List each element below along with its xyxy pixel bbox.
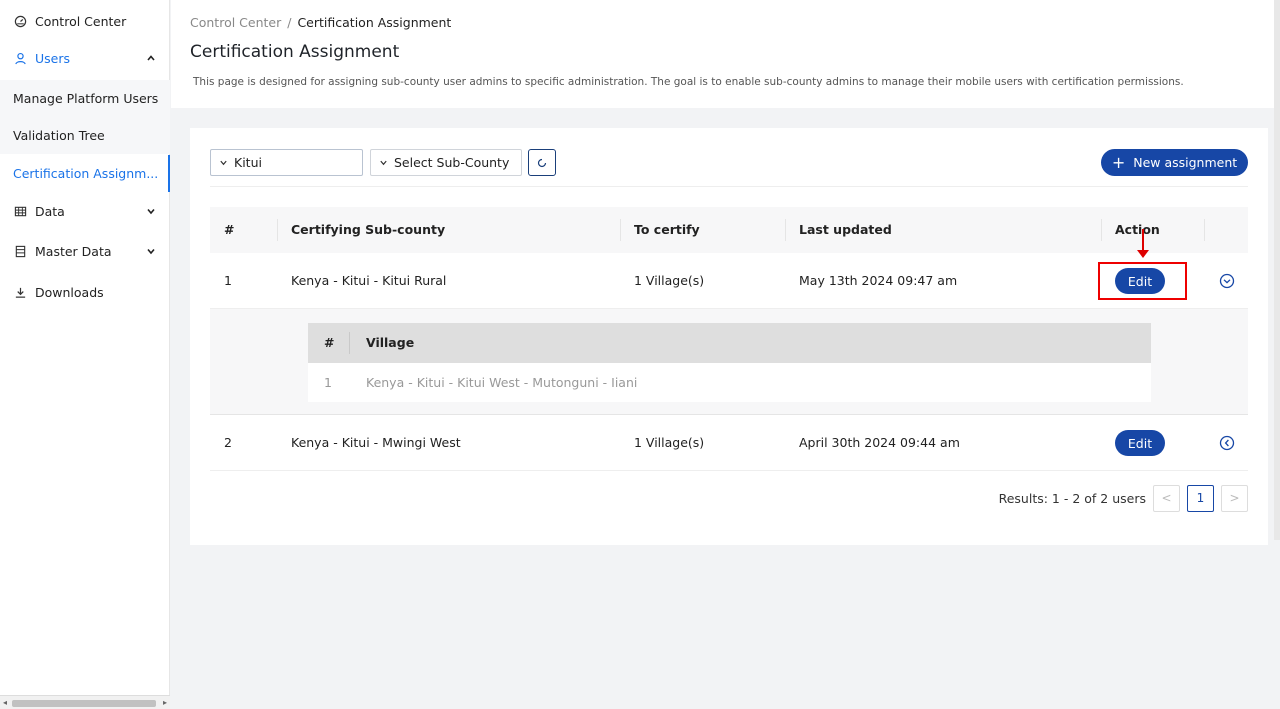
page-description: This page is designed for assigning sub-… bbox=[193, 76, 1184, 88]
county-select-value: Kitui bbox=[234, 155, 262, 170]
annotation-arrow-head bbox=[1137, 250, 1149, 258]
chevron-down-circle-icon[interactable] bbox=[1219, 273, 1235, 289]
annotation-highlight-box bbox=[1098, 262, 1187, 300]
column-separator bbox=[1204, 219, 1205, 241]
scroll-left-icon[interactable]: ◂ bbox=[3, 698, 7, 707]
sidebar-item-validation-tree[interactable]: Validation Tree bbox=[0, 117, 170, 154]
column-separator bbox=[785, 219, 786, 241]
village-row: 1 Kenya - Kitui - Kitui West - Mutonguni… bbox=[308, 363, 1151, 402]
page-vertical-scrollbar[interactable] bbox=[1274, 0, 1280, 540]
column-header-to-certify: To certify bbox=[634, 222, 700, 237]
column-separator bbox=[620, 219, 621, 241]
row-last-updated: April 30th 2024 09:44 am bbox=[799, 435, 960, 450]
refresh-icon bbox=[537, 158, 547, 167]
new-assignment-label: New assignment bbox=[1133, 155, 1238, 170]
pagination: Results: 1 - 2 of 2 users < 1 > bbox=[999, 484, 1248, 512]
sidebar-item-manage-platform-users[interactable]: Manage Platform Users bbox=[0, 80, 170, 117]
sidebar-item-certification-assignment[interactable]: Certification Assignm... bbox=[0, 155, 170, 192]
scroll-right-icon[interactable]: ▸ bbox=[163, 698, 167, 707]
refresh-button[interactable] bbox=[528, 149, 556, 176]
chevron-left-circle-icon[interactable] bbox=[1219, 435, 1235, 451]
row-to-certify: 1 Village(s) bbox=[634, 435, 705, 450]
chevron-down-icon bbox=[147, 208, 155, 215]
row-subcounty: Kenya - Kitui - Kitui Rural bbox=[291, 273, 447, 288]
sidebar-item-master-data[interactable]: Master Data bbox=[0, 233, 170, 269]
table-header: # Certifying Sub-county To certify Last … bbox=[210, 207, 1248, 253]
chevron-down-icon bbox=[147, 248, 155, 255]
expanded-row: # Village 1 Kenya - Kitui - Kitui West -… bbox=[210, 309, 1248, 415]
new-assignment-button[interactable]: + New assignment bbox=[1101, 149, 1248, 176]
chevron-up-icon bbox=[147, 55, 155, 61]
annotation-arrow bbox=[1142, 229, 1144, 252]
breadcrumb: Control Center / Certification Assignment bbox=[190, 15, 451, 30]
row-to-certify: 1 Village(s) bbox=[634, 273, 705, 288]
table-icon bbox=[13, 204, 27, 218]
page-title: Certification Assignment bbox=[190, 42, 400, 62]
county-select[interactable]: Kitui bbox=[210, 149, 363, 176]
subcounty-select[interactable]: Select Sub-County bbox=[370, 149, 522, 176]
village-table: # Village 1 Kenya - Kitui - Kitui West -… bbox=[308, 323, 1151, 402]
column-header-last-updated: Last updated bbox=[799, 222, 892, 237]
village-row-num: 1 bbox=[324, 375, 332, 390]
village-column-num: # bbox=[324, 335, 335, 350]
sidebar-item-users[interactable]: Users bbox=[0, 40, 170, 76]
scrollbar-thumb[interactable] bbox=[12, 700, 156, 707]
column-header-num: # bbox=[224, 222, 235, 237]
sidebar-item-label: Users bbox=[35, 50, 71, 66]
table-row: 2 Kenya - Kitui - Mwingi West 1 Village(… bbox=[210, 416, 1248, 471]
user-icon bbox=[13, 51, 27, 65]
chevron-down-icon bbox=[220, 160, 227, 166]
sidebar-item-downloads[interactable]: Downloads bbox=[0, 274, 170, 310]
village-table-header: # Village bbox=[308, 323, 1151, 363]
village-column-name: Village bbox=[366, 335, 415, 350]
chevron-down-icon bbox=[380, 160, 387, 166]
table-row: 1 Kenya - Kitui - Kitui Rural 1 Village(… bbox=[210, 254, 1248, 309]
column-separator bbox=[277, 219, 278, 241]
column-separator bbox=[1101, 219, 1102, 241]
sidebar-item-label: Control Center bbox=[35, 13, 127, 29]
row-last-updated: May 13th 2024 09:47 am bbox=[799, 273, 958, 288]
row-num: 1 bbox=[224, 273, 232, 288]
assignment-card: Kitui Select Sub-County + New assignment… bbox=[190, 128, 1268, 545]
column-header-action: Action bbox=[1115, 222, 1160, 237]
divider bbox=[210, 186, 1248, 187]
sidebar-horizontal-scrollbar[interactable]: ◂ ▸ bbox=[0, 695, 170, 709]
row-subcounty: Kenya - Kitui - Mwingi West bbox=[291, 435, 461, 450]
plus-icon: + bbox=[1111, 152, 1126, 172]
prev-page-button[interactable]: < bbox=[1153, 484, 1180, 512]
breadcrumb-root[interactable]: Control Center bbox=[190, 15, 281, 30]
sidebar-item-label: Downloads bbox=[35, 284, 104, 300]
sidebar-item-label: Master Data bbox=[35, 243, 112, 259]
sidebar: Control Center Users Manage Platform Use… bbox=[0, 0, 170, 709]
sidebar-item-data[interactable]: Data bbox=[0, 193, 170, 229]
breadcrumb-separator: / bbox=[287, 15, 292, 30]
sidebar-item-label: Certification Assignm... bbox=[13, 166, 159, 181]
column-separator bbox=[349, 332, 350, 354]
column-header-subcounty: Certifying Sub-county bbox=[291, 222, 446, 237]
next-page-button[interactable]: > bbox=[1221, 484, 1248, 512]
page-header: Control Center / Certification Assignment … bbox=[171, 0, 1274, 108]
download-icon bbox=[13, 285, 27, 299]
breadcrumb-current: Certification Assignment bbox=[297, 15, 452, 30]
dashboard-icon bbox=[13, 14, 27, 28]
sidebar-item-label: Validation Tree bbox=[13, 128, 105, 143]
edit-button[interactable]: Edit bbox=[1115, 430, 1165, 456]
page-1-button[interactable]: 1 bbox=[1187, 484, 1214, 512]
results-count: Results: 1 - 2 of 2 users bbox=[998, 490, 1146, 506]
sidebar-item-label: Data bbox=[35, 203, 65, 219]
database-icon bbox=[13, 244, 27, 258]
sidebar-item-control-center[interactable]: Control Center bbox=[0, 3, 170, 39]
sidebar-item-label: Manage Platform Users bbox=[13, 91, 159, 106]
village-row-name: Kenya - Kitui - Kitui West - Mutonguni -… bbox=[366, 375, 638, 390]
row-num: 2 bbox=[224, 435, 232, 450]
subcounty-select-placeholder: Select Sub-County bbox=[394, 155, 510, 170]
